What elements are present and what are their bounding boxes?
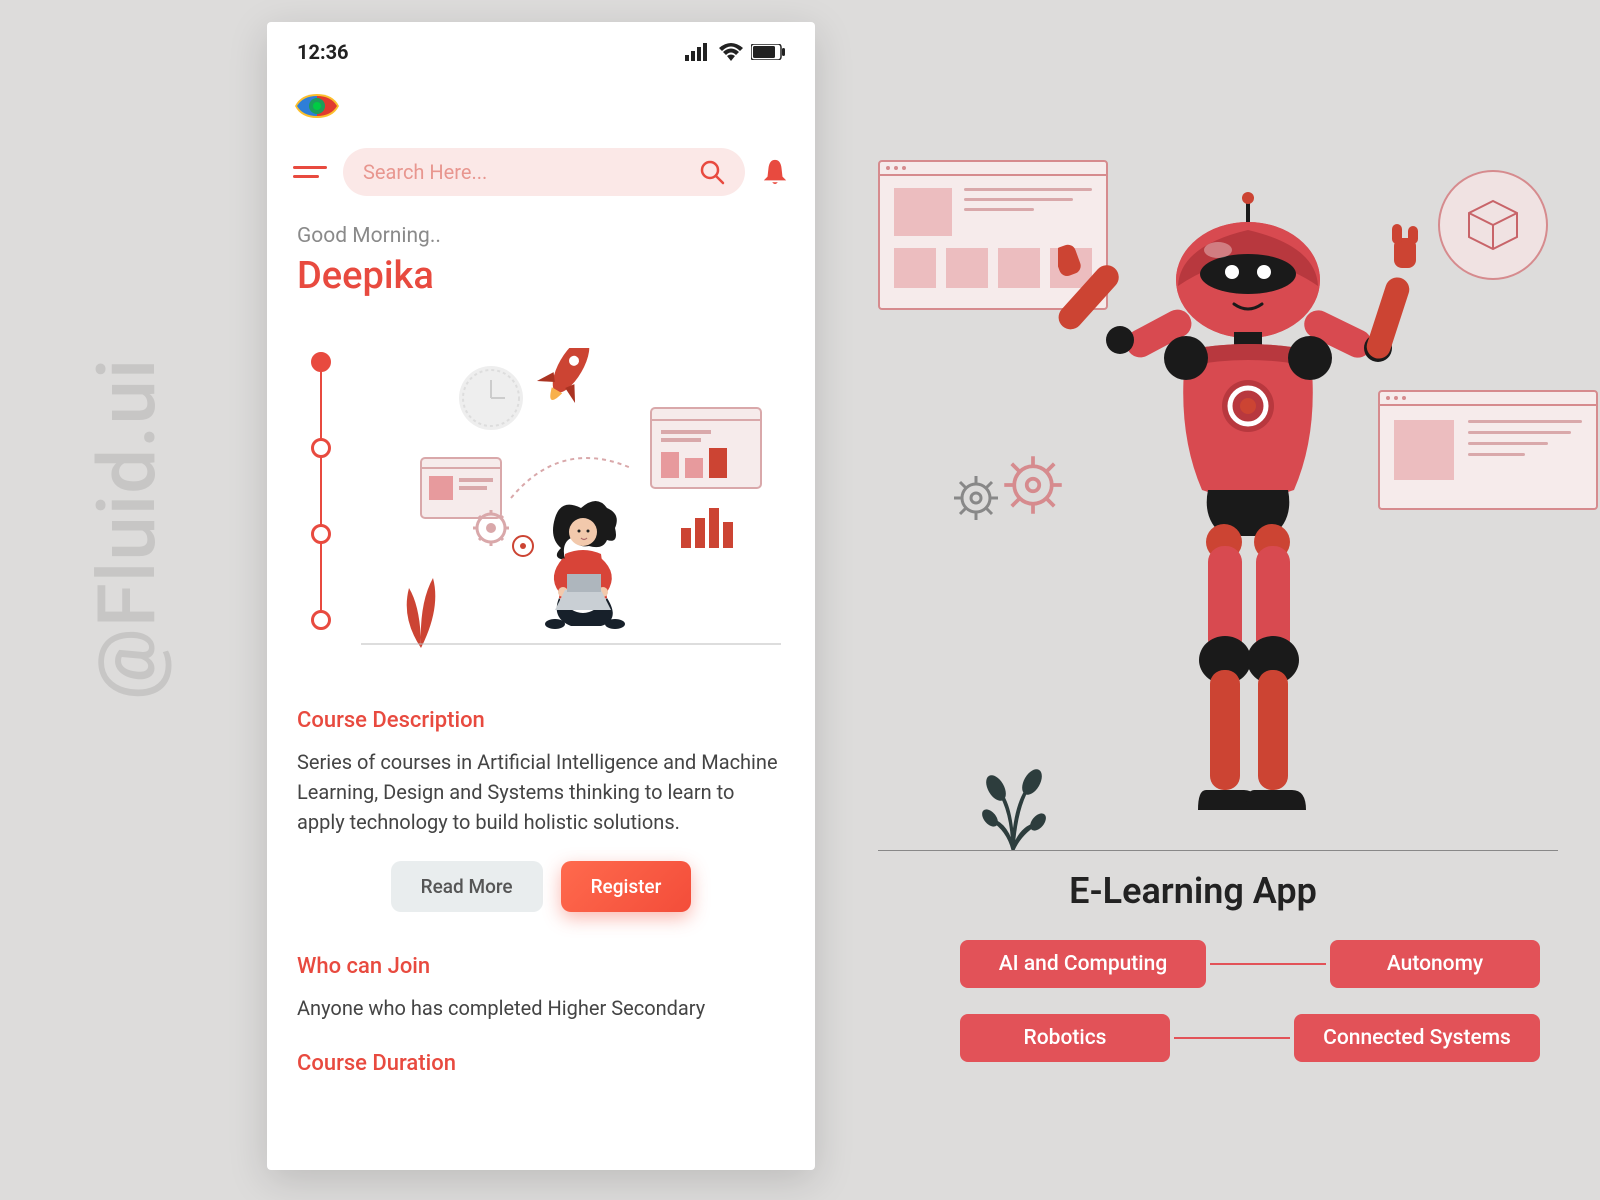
wifi-icon [719,43,743,61]
who-can-join-title: Who can Join [297,954,785,979]
course-duration-section: Course Duration [267,1051,815,1102]
cube-icon [1438,170,1548,280]
greeting-name: Deepika [267,254,815,348]
logo-row [267,74,815,148]
greeting-prefix: Good Morning.. [267,224,815,254]
notification-icon[interactable] [761,158,789,186]
promo-tags: AI and Computing Autonomy Robotics Conne… [960,940,1540,1088]
tag-robotics[interactable]: Robotics [960,1014,1170,1062]
tag-autonomy[interactable]: Autonomy [1330,940,1540,988]
app-logo[interactable] [293,82,341,130]
status-time: 12:36 [297,40,349,64]
menu-icon[interactable] [293,166,327,178]
connector-line [1210,963,1326,965]
search-icon[interactable] [699,159,725,185]
hero-illustration-area [297,348,785,668]
status-bar: 12:36 [267,22,815,74]
course-duration-title: Course Duration [297,1051,785,1076]
promo-title: E-Learning App [878,870,1508,912]
ground-line [878,850,1558,851]
search-row [267,148,815,224]
signal-icon [685,43,711,61]
robot-illustration [1058,190,1438,830]
who-can-join-body: Anyone who has completed Higher Secondar… [297,993,785,1023]
plant-icon [978,750,1048,850]
timeline-step-1[interactable] [311,352,331,372]
tag-ai[interactable]: AI and Computing [960,940,1206,988]
timeline-step-3[interactable] [311,524,331,544]
status-icons [685,43,785,61]
search-box[interactable] [343,148,745,196]
action-buttons: Read More Register [297,861,785,912]
promo-illustration-area [878,150,1558,930]
course-description-section: Course Description Series of courses in … [267,708,815,954]
phone-mockup: 12:36 Good Morning.. Deepika [267,22,815,1170]
search-input[interactable] [363,160,699,184]
register-button[interactable]: Register [561,861,692,912]
gear-icon [948,470,1004,526]
read-more-button[interactable]: Read More [391,861,543,912]
who-can-join-section: Who can Join Anyone who has completed Hi… [267,954,815,1051]
timeline-step-4[interactable] [311,610,331,630]
watermark-text: @Fluid.ui [80,358,174,700]
connector-line [1174,1037,1290,1039]
tag-connected[interactable]: Connected Systems [1294,1014,1540,1062]
course-description-title: Course Description [297,708,785,733]
course-description-body: Series of courses in Artificial Intellig… [297,747,785,837]
timeline-step-2[interactable] [311,438,331,458]
battery-icon [751,44,785,60]
hero-illustration [357,348,785,668]
